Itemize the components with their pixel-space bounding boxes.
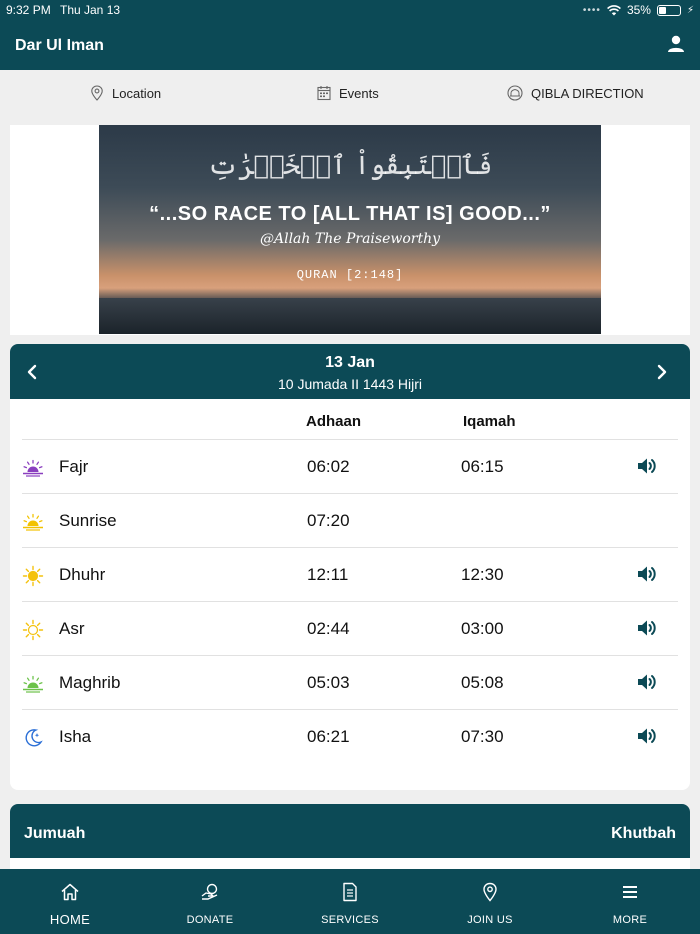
- chevron-right-icon[interactable]: [652, 362, 672, 382]
- tab-home-label: HOME: [49, 912, 91, 927]
- events-label: Events: [339, 85, 379, 101]
- moon-icon: [25, 729, 43, 747]
- prayer-date-header: 13 Jan 10 Jumada II 1443 Hijri: [10, 344, 690, 399]
- tab-join-us-label: JOIN US: [467, 914, 513, 926]
- prayer-row: Fajr 06:02 06:15: [22, 439, 678, 493]
- signal-dots-icon: ••••: [582, 4, 601, 16]
- tab-join-us[interactable]: JOIN US: [420, 869, 560, 934]
- prayer-row: Sunrise 07:20: [22, 493, 678, 547]
- mosque-icon: [507, 85, 523, 101]
- adhaan-time: 02:44: [307, 619, 350, 638]
- prayer-name: Fajr: [59, 457, 89, 476]
- speaker-icon[interactable]: [636, 617, 658, 639]
- battery-percent: 35%: [626, 3, 651, 17]
- prayer-row: Isha 06:21 07:30: [22, 709, 678, 763]
- sunrise-icon: [23, 513, 43, 531]
- home-icon: [61, 883, 79, 901]
- speaker-icon[interactable]: [636, 725, 658, 747]
- iqamah-time: 06:15: [461, 457, 504, 476]
- document-icon: [343, 882, 357, 902]
- iqamah-time: 03:00: [461, 619, 504, 638]
- sun-icon: [22, 565, 44, 587]
- status-time: 9:32 PM: [6, 3, 51, 17]
- jumuah-header: Jumuah Khutbah: [10, 804, 690, 858]
- adhaan-time: 12:11: [307, 565, 349, 584]
- battery-fill: [658, 6, 666, 14]
- prayer-name: Isha: [59, 727, 92, 746]
- adhaan-time: 05:03: [307, 673, 350, 692]
- quick-links: Location Events QIBLA DIRECTION: [0, 70, 700, 120]
- iqamah-time: 07:30: [461, 727, 504, 746]
- status-date: Thu Jan 13: [60, 3, 121, 17]
- qibla-label: QIBLA DIRECTION: [531, 85, 644, 101]
- bottom-nav: HOME DONATE SERVICES JOIN US MORE: [0, 869, 700, 934]
- prayer-row: Asr 02:44 03:00: [22, 601, 678, 655]
- quote-text: “...SO RACE TO [ALL THAT IS] GOOD...”: [149, 203, 551, 225]
- prayer-row: Maghrib 05:03 05:08: [22, 655, 678, 709]
- quote-author: @Allah The Praiseworthy: [259, 231, 441, 247]
- banner-card: فَٱسۡتَبِقُواْ ٱلۡخَيۡرَٰتِ “...SO RACE …: [10, 125, 690, 335]
- sea-graphic: [99, 298, 601, 334]
- gregorian-date: 13 Jan: [325, 354, 375, 371]
- location-label: Location: [112, 85, 162, 101]
- khutbah-label: Khutbah: [611, 825, 676, 842]
- iqamah-time: 05:08: [461, 673, 504, 692]
- calendar-icon: [317, 86, 331, 101]
- app-bar: Dar Ul Iman: [0, 20, 700, 70]
- tab-services-label: SERVICES: [321, 914, 379, 926]
- status-right: •••• 35% ⚡: [583, 3, 694, 17]
- prayer-name: Maghrib: [59, 673, 121, 692]
- prayer-name: Asr: [59, 619, 85, 638]
- battery-icon: [656, 4, 681, 16]
- quote-banner[interactable]: فَٱسۡتَبِقُواْ ٱلۡخَيۡرَٰتِ “...SO RACE …: [99, 125, 601, 334]
- menu-icon: [623, 886, 637, 898]
- prayer-row: Dhuhr 12:11 12:30: [22, 547, 678, 601]
- jumuah-label: Jumuah: [24, 825, 86, 842]
- sunset-icon: [23, 675, 43, 693]
- status-bar: 9:32 PM Thu Jan 13 •••• 35% ⚡: [0, 0, 700, 20]
- quote-reference: QURAN [2:148]: [296, 268, 404, 282]
- speaker-icon[interactable]: [636, 455, 658, 477]
- prayer-times-card: 13 Jan 10 Jumada II 1443 Hijri Adhaan Iq…: [10, 344, 690, 790]
- tab-donate-label: DONATE: [186, 914, 234, 926]
- adhaan-column-header: Adhaan: [306, 413, 362, 430]
- tab-more[interactable]: MORE: [560, 869, 700, 934]
- hijri-date: 10 Jumada II 1443 Hijri: [278, 376, 422, 392]
- prayer-name: Dhuhr: [59, 565, 106, 584]
- adhaan-time: 07:20: [307, 511, 350, 530]
- app-title: Dar Ul Iman: [15, 37, 104, 54]
- map-pin-icon: [483, 882, 497, 902]
- sunrise-icon: [23, 459, 43, 477]
- speaker-icon[interactable]: [636, 563, 658, 585]
- sun-icon: [22, 619, 44, 641]
- map-pin-icon: [91, 85, 103, 101]
- tab-home[interactable]: HOME: [0, 869, 140, 934]
- location-link[interactable]: Location: [90, 85, 161, 101]
- tab-more-label: MORE: [612, 914, 648, 926]
- iqamah-time: 12:30: [461, 565, 504, 584]
- events-link[interactable]: Events: [317, 85, 379, 101]
- charging-icon: ⚡: [686, 4, 694, 16]
- iqamah-column-header: Iqamah: [463, 413, 516, 430]
- adhaan-time: 06:02: [307, 457, 350, 476]
- arabic-verse: فَٱسۡتَبِقُواْ ٱلۡخَيۡرَٰتِ: [207, 151, 493, 181]
- user-icon[interactable]: [666, 34, 686, 54]
- speaker-icon[interactable]: [636, 671, 658, 693]
- tab-donate[interactable]: DONATE: [140, 869, 280, 934]
- wifi-icon: [606, 4, 621, 15]
- qibla-direction-link[interactable]: QIBLA DIRECTION: [507, 85, 644, 101]
- adhaan-time: 06:21: [307, 727, 350, 746]
- donate-icon: [201, 883, 218, 900]
- prayer-name: Sunrise: [59, 511, 117, 530]
- tab-services[interactable]: SERVICES: [280, 869, 420, 934]
